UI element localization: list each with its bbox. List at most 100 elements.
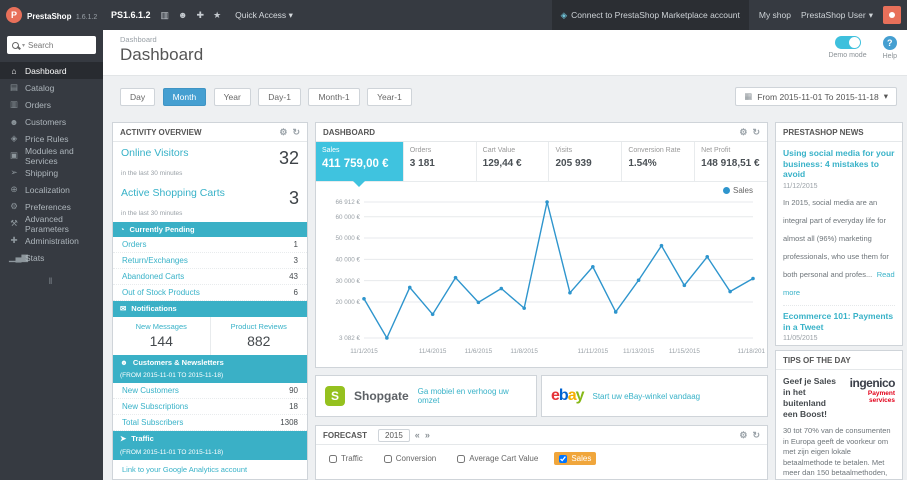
range-button-year-1[interactable]: Year-1 <box>367 88 412 106</box>
active-carts-label[interactable]: Active Shopping Carts <box>121 187 225 200</box>
kpi-label: Visits <box>555 147 573 154</box>
kpi-sales[interactable]: Sales 411 759,00 € <box>316 142 404 187</box>
marketplace-connect-button[interactable]: ◈ Connect to PrestaShop Marketplace acco… <box>551 0 749 30</box>
product-reviews-block[interactable]: Product Reviews 882 <box>209 316 308 355</box>
my-shop-link[interactable]: My shop <box>759 10 791 20</box>
brand-name: PrestaShop <box>27 12 72 21</box>
pending-row-abandoned-carts[interactable]: Abandoned Carts 43 <box>113 269 307 286</box>
notifications-columns: New Messages 144 Product Reviews 882 <box>113 316 308 355</box>
sidebar-item-stats[interactable]: ▁▄▆ Stats <box>0 249 103 266</box>
customers-row-new-subscriptions[interactable]: New Subscriptions 18 <box>113 399 307 416</box>
refresh-icon[interactable]: ↻ <box>752 430 760 441</box>
user-avatar[interactable] <box>883 6 901 24</box>
date-range-picker[interactable]: ▦ From 2015-11-01 To 2015-11-18 ▾ <box>735 87 897 106</box>
pending-row-orders[interactable]: Orders 1 <box>113 237 307 254</box>
news-panel-title: PRESTASHOP NEWS <box>783 127 864 137</box>
sidebar-item-advanced-parameters[interactable]: ⚒ Advanced Parameters <box>0 214 103 234</box>
shopgate-promo-panel: S Shopgate Ga mobiel en verhoog uw omzet <box>315 375 537 417</box>
sales-checkbox[interactable] <box>559 454 568 463</box>
average-cart-value-checkbox[interactable] <box>457 454 466 463</box>
kpi-cart-value[interactable]: Cart Value 129,44 € <box>477 142 550 181</box>
refresh-icon[interactable]: ↻ <box>292 127 300 138</box>
ebay-logo-icon: ebay <box>551 387 584 404</box>
gear-icon[interactable]: ⚙ <box>279 127 287 138</box>
forecast-legend-average-cart-value[interactable]: Average Cart Value <box>452 452 543 465</box>
tips-lead-text: Geef je Sales in het buitenland een Boos… <box>783 376 836 420</box>
news-article-title-link[interactable]: Ecommerce 101: Payments in a Tweet <box>783 311 895 332</box>
google-analytics-link[interactable]: Link to your Google Analytics account <box>113 460 307 479</box>
sales-line-chart[interactable]: 66 912 € 60 000 € 50 000 € 40 000 € 30 000 €… <box>318 190 767 362</box>
customers-icon[interactable]: ☻ <box>178 10 187 21</box>
online-visitors-label[interactable]: Online Visitors <box>121 147 189 160</box>
sidebar-item-modules[interactable]: ▣ Modules and Services <box>0 146 103 166</box>
ingenico-logo: ingenico Payment services <box>844 376 896 420</box>
forecast-panel: FORECAST 2015 « » ⚙ ↻ Traffic Conversion… <box>315 425 768 480</box>
row-label: New Subscriptions <box>122 402 189 412</box>
kpi-net-profit[interactable]: Net Profit 148 918,51 € <box>695 142 767 181</box>
sidebar-item-orders[interactable]: ▥ Orders <box>0 96 103 113</box>
forecast-legend-traffic[interactable]: Traffic <box>324 452 368 465</box>
range-button-day[interactable]: Day <box>120 88 156 106</box>
next-year-icon[interactable]: » <box>425 430 430 440</box>
new-messages-block[interactable]: New Messages 144 <box>113 317 210 355</box>
add-icon[interactable]: ✚ <box>197 10 205 21</box>
dashboard-panel: DASHBOARD ⚙ ↻ Sales 411 759,00 € Orders … <box>315 122 768 368</box>
quick-access-menu[interactable]: Quick Access ▾ <box>235 10 293 21</box>
sidebar-item-label: Dashboard <box>25 65 67 76</box>
tips-panel-header: TIPS OF THE DAY <box>776 351 902 370</box>
forecast-year-select[interactable]: 2015 <box>378 428 410 442</box>
pending-row-returns[interactable]: Return/Exchanges 3 <box>113 253 307 270</box>
traffic-checkbox[interactable] <box>329 454 337 463</box>
sidebar-collapse-button[interactable]: ‖ <box>0 276 103 286</box>
breadcrumb: Dashboard <box>120 35 157 44</box>
pending-row-out-of-stock[interactable]: Out of Stock Products 6 <box>113 285 307 302</box>
sidebar-item-catalog[interactable]: ▤ Catalog <box>0 79 103 96</box>
range-button-month-1[interactable]: Month-1 <box>308 88 360 106</box>
svg-text:3 082 €: 3 082 € <box>339 335 361 342</box>
new-messages-label: New Messages <box>135 321 187 331</box>
demo-mode-toggle[interactable] <box>834 36 861 49</box>
forecast-legend: Traffic Conversion Average Cart Value Sa… <box>316 445 767 472</box>
user-menu[interactable]: PrestaShop User ▾ <box>801 10 873 21</box>
range-button-month[interactable]: Month <box>162 88 207 106</box>
kpi-value: 3 181 <box>409 158 435 169</box>
range-button-day-1[interactable]: Day-1 <box>258 88 301 106</box>
currently-pending-title: Currently Pending <box>129 225 195 234</box>
new-messages-value: 144 <box>149 332 173 349</box>
shop-name[interactable]: PS1.6.1.2 <box>111 10 151 20</box>
sidebar-item-preferences[interactable]: ⚙ Preferences <box>0 198 103 215</box>
forecast-legend-sales[interactable]: Sales <box>554 452 597 465</box>
sidebar-item-customers[interactable]: ☻ Customers <box>0 113 103 130</box>
news-article-title-link[interactable]: Using social media for your business: 4 … <box>783 148 895 180</box>
stats-icon[interactable]: ★ <box>213 10 221 21</box>
forecast-legend-conversion[interactable]: Conversion <box>379 452 441 465</box>
shopgate-promo-link[interactable]: Ga mobiel en verhoog uw omzet <box>418 387 527 405</box>
search-input[interactable] <box>28 40 91 50</box>
svg-text:66 912 €: 66 912 € <box>335 199 360 206</box>
orders-icon[interactable]: ▥ <box>161 10 170 21</box>
refresh-icon[interactable]: ↻ <box>752 127 760 138</box>
ebay-promo-link[interactable]: Start uw eBay-winkel vandaag <box>593 392 701 401</box>
customers-row-new-customers[interactable]: New Customers 90 <box>113 383 307 400</box>
help-icon[interactable]: ? <box>882 36 897 50</box>
active-carts-sub: in the last 30 minutes <box>121 210 183 217</box>
gear-icon[interactable]: ⚙ <box>739 430 747 441</box>
kpi-orders[interactable]: Orders 3 181 <box>404 142 477 181</box>
kpi-conversion-rate[interactable]: Conversion Rate 1.54% <box>622 142 696 181</box>
sidebar-item-price-rules[interactable]: ◈ Price Rules <box>0 130 103 147</box>
gear-icon[interactable]: ⚙ <box>739 127 747 138</box>
active-carts-value: 3 <box>288 188 299 208</box>
customers-row-total-subscribers[interactable]: Total Subscribers 1308 <box>113 415 307 432</box>
chart-legend[interactable]: Sales <box>722 186 753 195</box>
sidebar-item-shipping[interactable]: ➢ Shipping <box>0 164 103 181</box>
sidebar-item-label: Catalog <box>25 82 55 93</box>
sidebar-item-dashboard[interactable]: ⌂ Dashboard <box>0 62 103 79</box>
kpi-visits[interactable]: Visits 205 939 <box>549 142 623 181</box>
sidebar-search[interactable]: ▾ <box>7 36 96 54</box>
prev-year-icon[interactable]: « <box>415 430 420 440</box>
customers-icon: ☻ <box>9 116 19 127</box>
sidebar-item-localization[interactable]: ⊕ Localization <box>0 181 103 198</box>
conversion-checkbox[interactable] <box>383 454 392 463</box>
sidebar-item-administration[interactable]: ✚ Administration <box>0 232 103 249</box>
range-button-year[interactable]: Year <box>213 88 251 106</box>
